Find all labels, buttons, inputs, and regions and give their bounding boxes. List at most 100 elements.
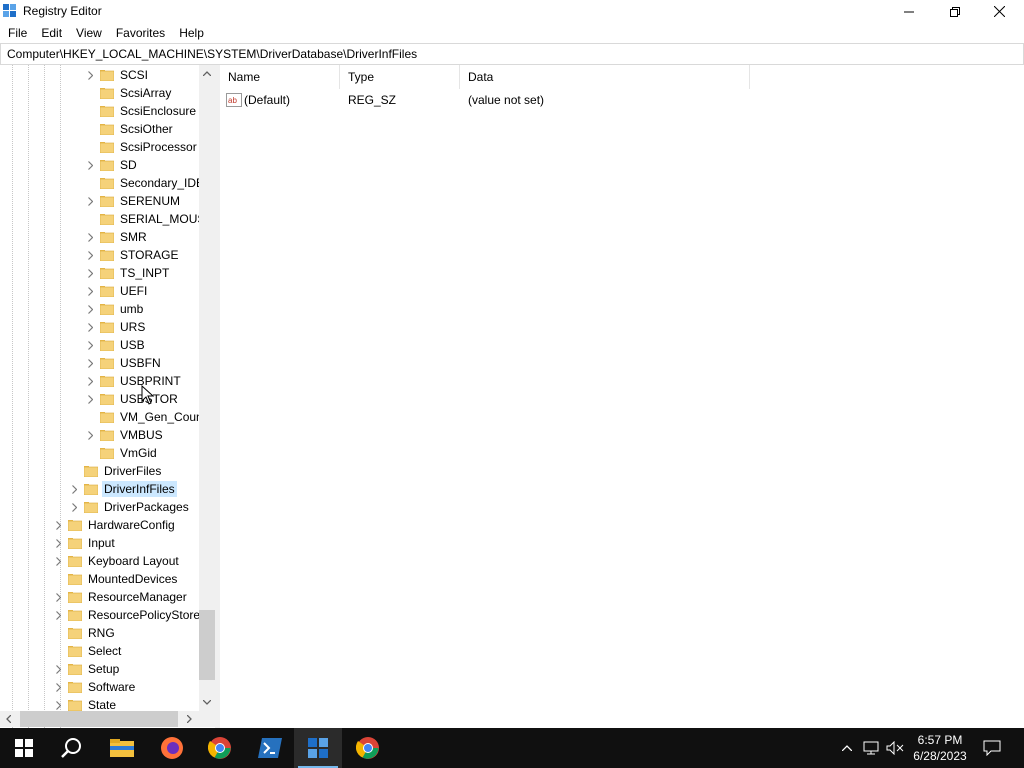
chevron-right-icon[interactable]	[84, 318, 96, 336]
tree-item[interactable]: SMR	[84, 228, 149, 246]
chevron-right-icon[interactable]	[84, 192, 96, 210]
volume-muted-icon[interactable]	[884, 728, 906, 768]
tree-item[interactable]: umb	[84, 300, 145, 318]
chevron-right-icon[interactable]	[84, 282, 96, 300]
scroll-right-arrow-icon[interactable]	[181, 711, 197, 727]
tree-item[interactable]: RNG	[52, 624, 117, 642]
start-button[interactable]	[0, 728, 48, 768]
chevron-up-icon[interactable]	[838, 728, 856, 768]
restore-button[interactable]	[932, 0, 978, 23]
chevron-right-icon[interactable]	[52, 660, 64, 678]
folder-icon	[100, 106, 114, 117]
tree-item-label: MountedDevices	[88, 572, 178, 586]
chevron-right-icon[interactable]	[52, 678, 64, 696]
chevron-right-icon[interactable]	[84, 66, 96, 84]
clock[interactable]: 6:57 PM 6/28/2023	[910, 732, 970, 764]
chevron-right-icon[interactable]	[84, 228, 96, 246]
folder-icon	[110, 739, 134, 757]
chevron-right-icon[interactable]	[68, 480, 80, 498]
tree-item[interactable]: Secondary_IDE_	[84, 174, 213, 192]
tree-item[interactable]: SD	[84, 156, 139, 174]
tree-item[interactable]: VM_Gen_Coun	[84, 408, 205, 426]
menu-help[interactable]: Help	[173, 23, 210, 43]
tree-item[interactable]: Keyboard Layout	[52, 552, 181, 570]
tree-item[interactable]: ScsiEnclosure	[84, 102, 198, 120]
chrome-alt-button[interactable]	[344, 728, 392, 768]
chevron-right-icon[interactable]	[84, 156, 96, 174]
tree-item[interactable]: Select	[52, 642, 123, 660]
tree-item[interactable]: DriverInfFiles	[68, 480, 177, 498]
scroll-down-arrow-icon[interactable]	[199, 694, 215, 711]
chevron-right-icon[interactable]	[84, 336, 96, 354]
address-bar[interactable]: Computer\HKEY_LOCAL_MACHINE\SYSTEM\Drive…	[0, 43, 1024, 65]
close-button[interactable]	[976, 0, 1022, 23]
tree-item[interactable]: URS	[84, 318, 147, 336]
tree-item[interactable]: ResourcePolicyStore	[52, 606, 202, 624]
tree-item[interactable]: USBSTOR	[84, 390, 180, 408]
value-row[interactable]: ab (Default) REG_SZ (value not set)	[220, 91, 750, 109]
registry-editor-taskbar-button[interactable]	[294, 728, 342, 768]
chevron-right-icon[interactable]	[52, 606, 64, 624]
minimize-button[interactable]	[886, 0, 932, 23]
tree-item[interactable]: USBPRINT	[84, 372, 183, 390]
tree-item[interactable]: ScsiArray	[84, 84, 173, 102]
chevron-right-icon[interactable]	[84, 426, 96, 444]
tree-item[interactable]: SCSI	[84, 66, 150, 84]
chevron-right-icon[interactable]	[52, 516, 64, 534]
tree-item[interactable]: SERIAL_MOUSE	[84, 210, 215, 228]
tree-item[interactable]: VMBUS	[84, 426, 165, 444]
tree-item[interactable]: MountedDevices	[52, 570, 179, 588]
chevron-right-icon[interactable]	[68, 498, 80, 516]
column-header-data[interactable]: Data	[460, 65, 750, 89]
tree-item[interactable]: ScsiProcessor	[84, 138, 199, 156]
tree-item[interactable]: UEFI	[84, 282, 149, 300]
tree-item[interactable]: DriverPackages	[68, 498, 191, 516]
scroll-up-arrow-icon[interactable]	[199, 65, 215, 82]
tree-item[interactable]: VmGid	[84, 444, 159, 462]
tree-item[interactable]: USBFN	[84, 354, 163, 372]
chevron-right-icon[interactable]	[84, 246, 96, 264]
column-header-type[interactable]: Type	[340, 65, 460, 89]
key-tree[interactable]: SCSI ScsiArray ScsiEnclosure ScsiOther ScsiP…	[0, 65, 215, 728]
menu-favorites[interactable]: Favorites	[110, 23, 171, 43]
column-header-name[interactable]: Name	[220, 65, 340, 89]
tree-item[interactable]: Setup	[52, 660, 121, 678]
menu-view[interactable]: View	[70, 23, 108, 43]
tree-item[interactable]: USB	[84, 336, 147, 354]
file-explorer-button[interactable]	[98, 728, 146, 768]
chrome-button[interactable]	[196, 728, 244, 768]
firefox-button[interactable]	[148, 728, 196, 768]
scroll-thumb-horizontal[interactable]	[20, 711, 178, 727]
chevron-right-icon[interactable]	[84, 372, 96, 390]
tree-item[interactable]: STORAGE	[84, 246, 180, 264]
menu-file[interactable]: File	[2, 23, 33, 43]
tree-item[interactable]: SERENUM	[84, 192, 182, 210]
chevron-right-icon[interactable]	[52, 552, 64, 570]
tree-item[interactable]: TS_INPT	[84, 264, 171, 282]
folder-icon	[68, 520, 82, 531]
tree-item[interactable]: ResourceManager	[52, 588, 189, 606]
folder-icon	[100, 178, 114, 189]
chevron-right-icon[interactable]	[84, 300, 96, 318]
tree-item[interactable]: DriverFiles	[68, 462, 163, 480]
tree-horizontal-scrollbar[interactable]	[0, 711, 199, 727]
tree-item[interactable]: ScsiOther	[84, 120, 175, 138]
folder-icon	[100, 448, 114, 459]
search-button[interactable]	[48, 728, 96, 768]
chevron-right-icon[interactable]	[84, 264, 96, 282]
tree-vertical-scrollbar[interactable]	[199, 65, 215, 711]
chevron-right-icon[interactable]	[84, 354, 96, 372]
tree-item[interactable]: HardwareConfig	[52, 516, 177, 534]
powershell-button[interactable]	[246, 728, 294, 768]
scroll-left-arrow-icon[interactable]	[0, 711, 16, 727]
notifications-icon[interactable]	[978, 728, 1006, 768]
values-list[interactable]: Name Type Data ab (Default) REG_SZ (valu…	[220, 65, 1024, 728]
tree-item[interactable]: Software	[52, 678, 137, 696]
menu-edit[interactable]: Edit	[35, 23, 68, 43]
chevron-right-icon[interactable]	[52, 534, 64, 552]
scroll-thumb[interactable]	[199, 610, 215, 680]
tree-item[interactable]: Input	[52, 534, 117, 552]
chevron-right-icon[interactable]	[84, 390, 96, 408]
chevron-right-icon[interactable]	[52, 588, 64, 606]
network-icon[interactable]	[860, 728, 882, 768]
